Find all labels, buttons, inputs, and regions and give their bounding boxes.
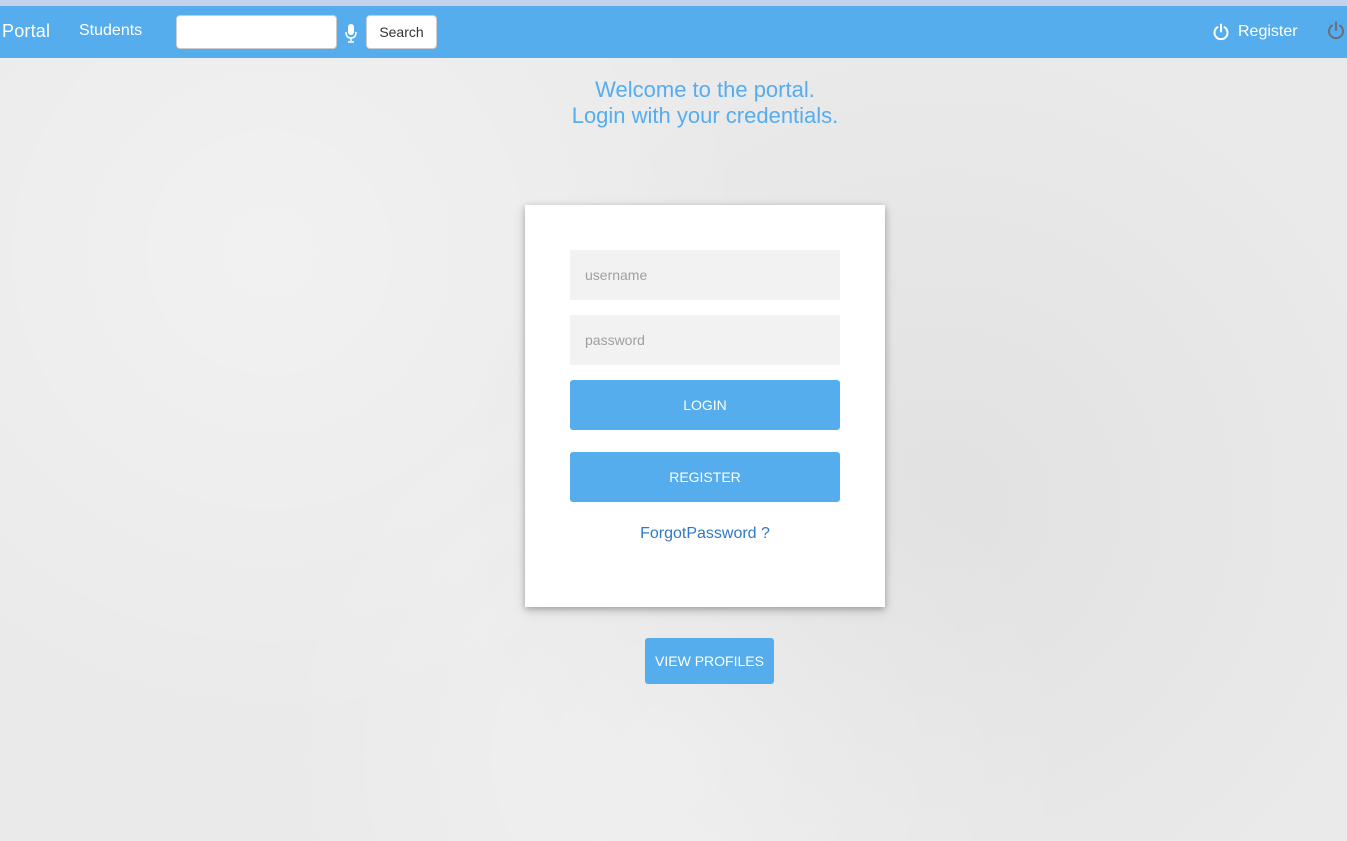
welcome-line-1: Welcome to the portal.: [595, 77, 815, 102]
power-icon[interactable]: [1326, 21, 1346, 41]
view-profiles-button[interactable]: VIEW PROFILES: [645, 638, 774, 684]
login-button[interactable]: LOGIN: [570, 380, 840, 430]
search-input[interactable]: [176, 15, 337, 49]
nav-students-link[interactable]: Students: [79, 22, 142, 40]
search-button[interactable]: Search: [366, 15, 437, 49]
brand-link[interactable]: Portal: [2, 21, 50, 42]
forgot-password-link[interactable]: ForgotPassword ?: [525, 525, 885, 543]
welcome-heading: Welcome to the portal. Login with your c…: [455, 77, 955, 129]
welcome-line-2: Login with your credentials.: [571, 103, 839, 128]
login-card: LOGIN REGISTER ForgotPassword ?: [525, 205, 885, 607]
password-field[interactable]: [570, 315, 840, 365]
register-button[interactable]: REGISTER: [570, 452, 840, 502]
nav-register-label: Register: [1238, 23, 1298, 40]
username-field[interactable]: [570, 250, 840, 300]
nav-register-link[interactable]: Register: [1212, 20, 1298, 44]
microphone-icon[interactable]: [344, 23, 358, 43]
power-icon: [1213, 23, 1229, 41]
navbar: Portal Students Search Register: [0, 6, 1347, 58]
